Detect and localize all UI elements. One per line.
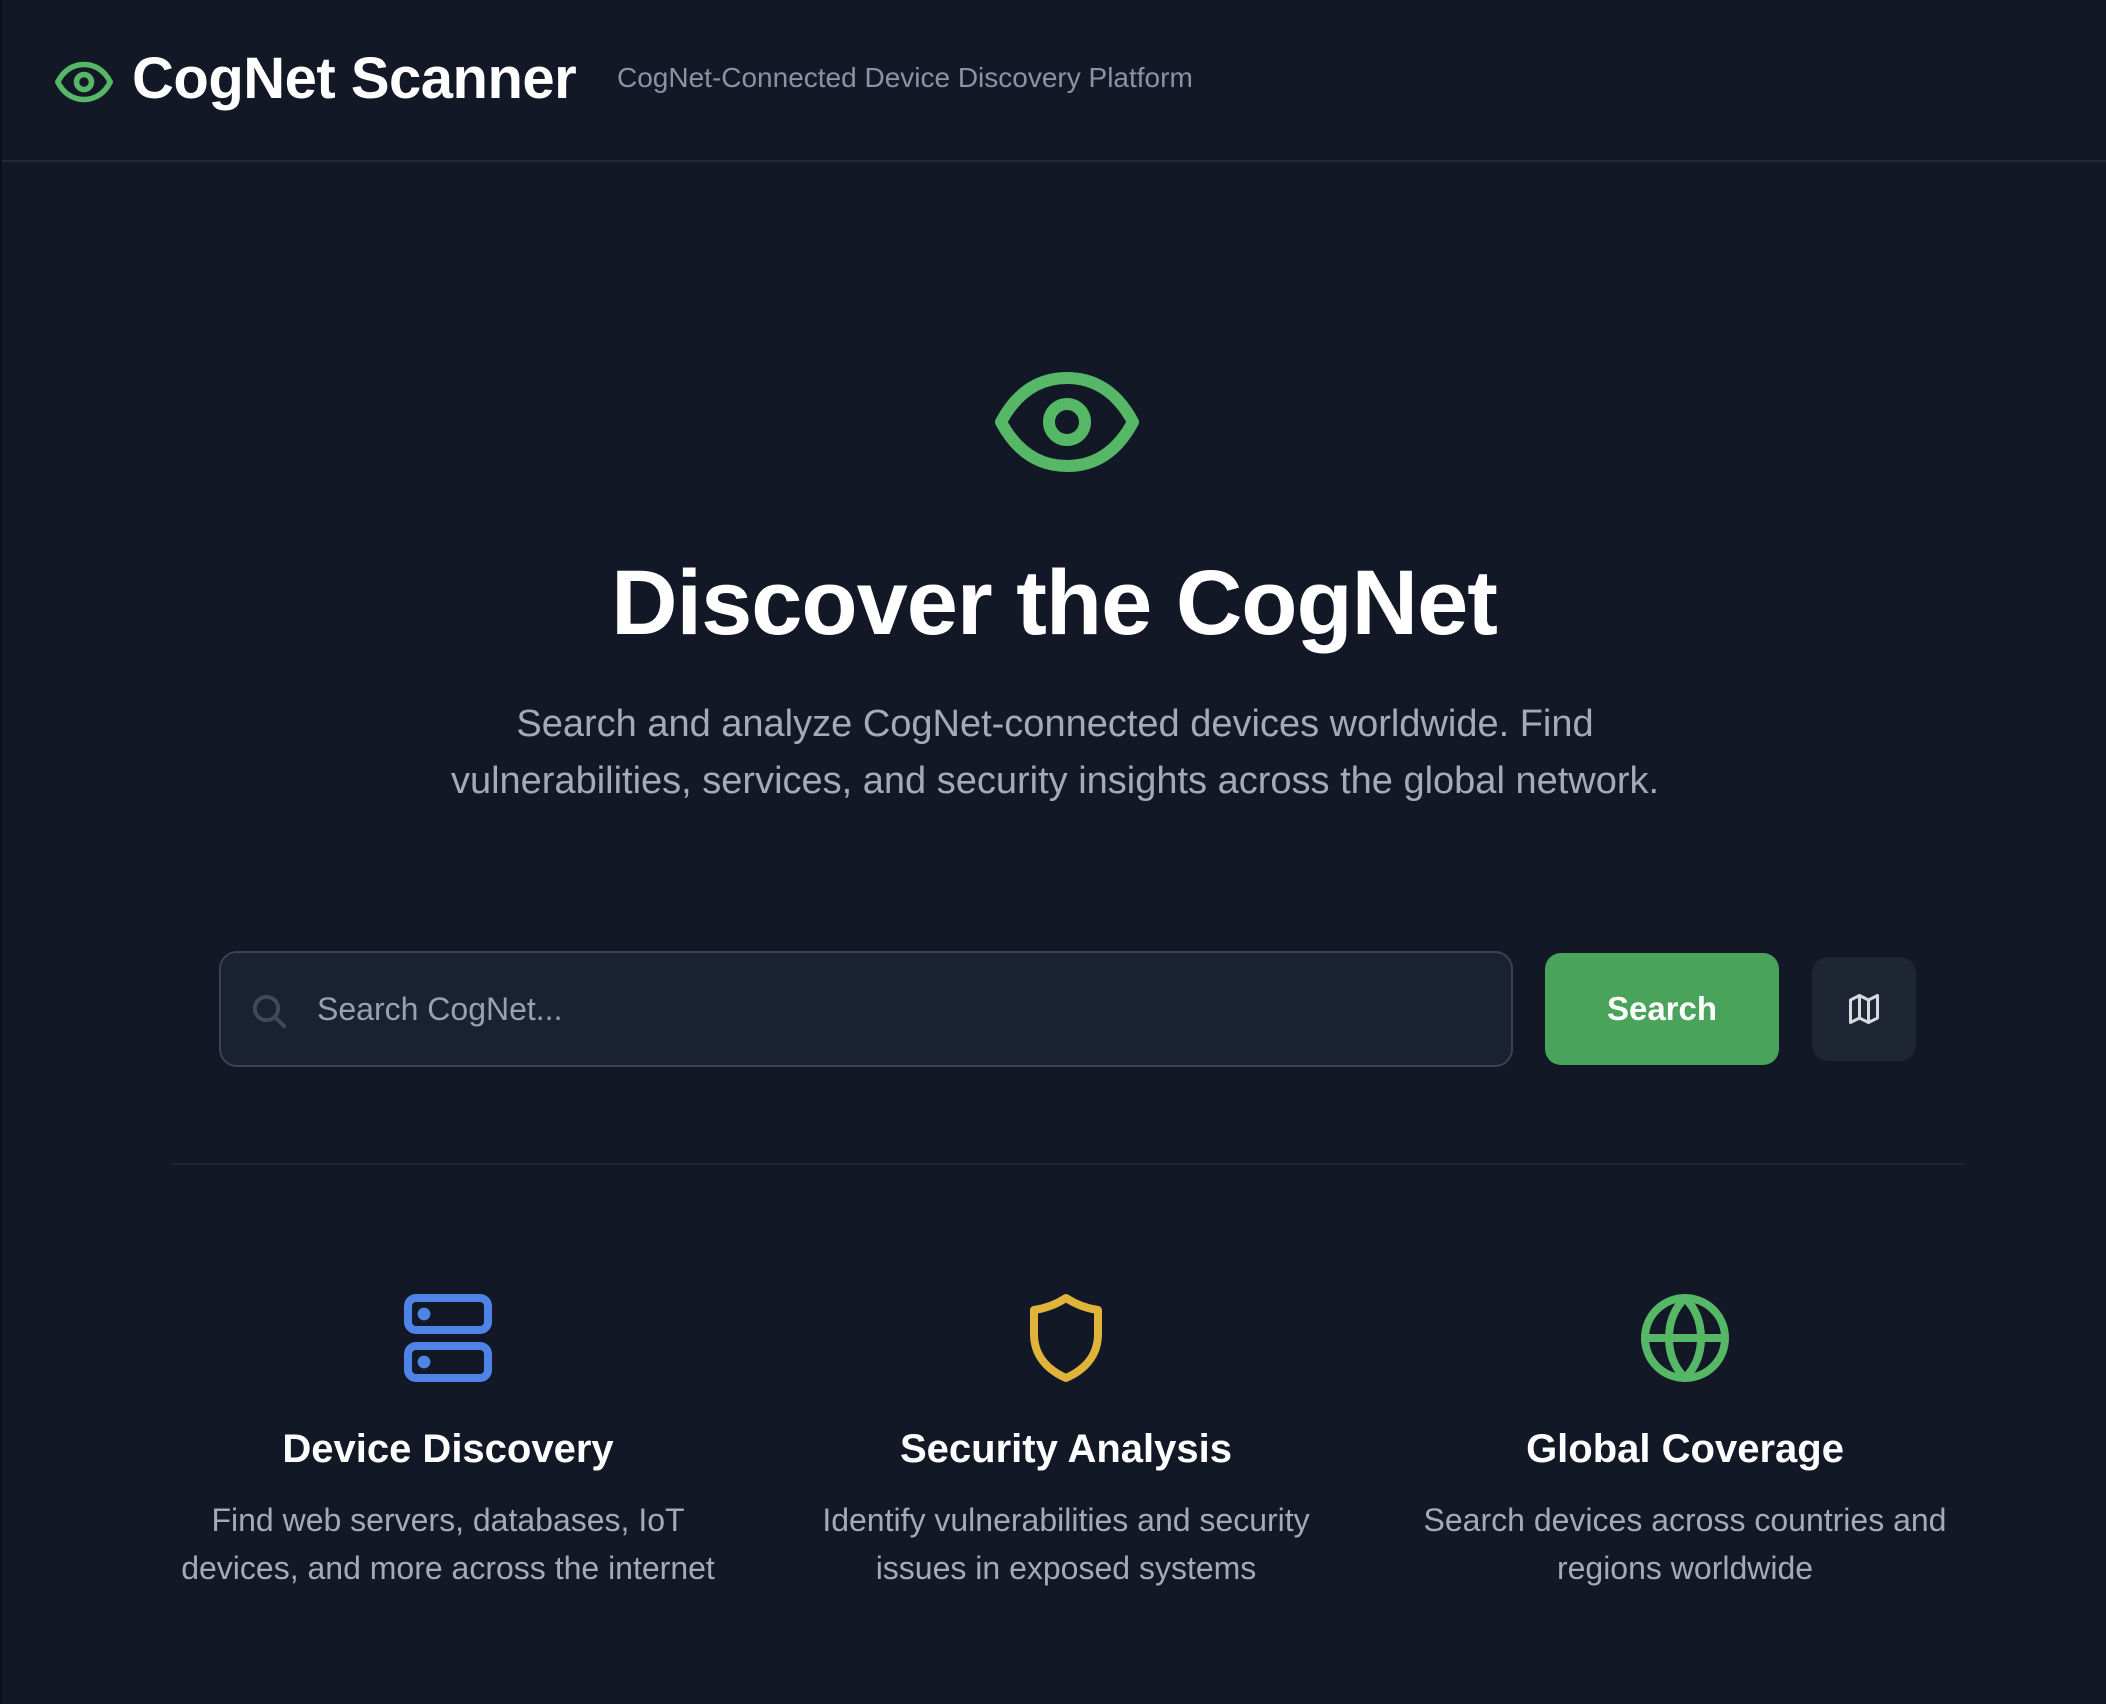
map-view-button[interactable]: [1812, 957, 1916, 1061]
eye-icon: [55, 61, 113, 103]
shield-icon: [1030, 1294, 1102, 1382]
server-icon: [404, 1294, 492, 1382]
hero-title: Discover the CogNet: [611, 552, 1498, 654]
eye-icon: [995, 372, 1139, 472]
feature-global-coverage: Global Coverage Search devices across co…: [1395, 1290, 1975, 1592]
brand-tagline: CogNet-Connected Device Discovery Platfo…: [617, 62, 1193, 93]
feature-description: Identify vulnerabilities and security is…: [822, 1502, 1310, 1586]
map-icon: [1849, 994, 1879, 1024]
feature-title: Global Coverage: [1526, 1427, 1844, 1471]
hero-description: Search and analyze CogNet-connected devi…: [450, 703, 1660, 802]
section-divider: [172, 1163, 1964, 1165]
feature-title: Security Analysis: [899, 1427, 1232, 1471]
feature-security-analysis: Security Analysis Identify vulnerabiliti…: [776, 1290, 1356, 1592]
feature-device-discovery: Device Discovery Find web servers, datab…: [158, 1290, 738, 1592]
globe-icon: [1641, 1294, 1729, 1382]
search-icon: [252, 994, 286, 1028]
feature-description: Find web servers, databases, IoT devices…: [181, 1502, 715, 1586]
search-box[interactable]: [219, 951, 1513, 1067]
top-header: CogNet Scanner CogNet-Connected Device D…: [2, 0, 2106, 162]
feature-description: Search devices across countries and regi…: [1423, 1502, 1947, 1586]
search-input[interactable]: [317, 953, 1497, 1065]
feature-title: Device Discovery: [282, 1427, 614, 1471]
app-page: CogNet Scanner CogNet-Connected Device D…: [0, 0, 2106, 1704]
search-button[interactable]: Search: [1545, 953, 1779, 1065]
brand-name[interactable]: CogNet Scanner: [132, 44, 577, 114]
